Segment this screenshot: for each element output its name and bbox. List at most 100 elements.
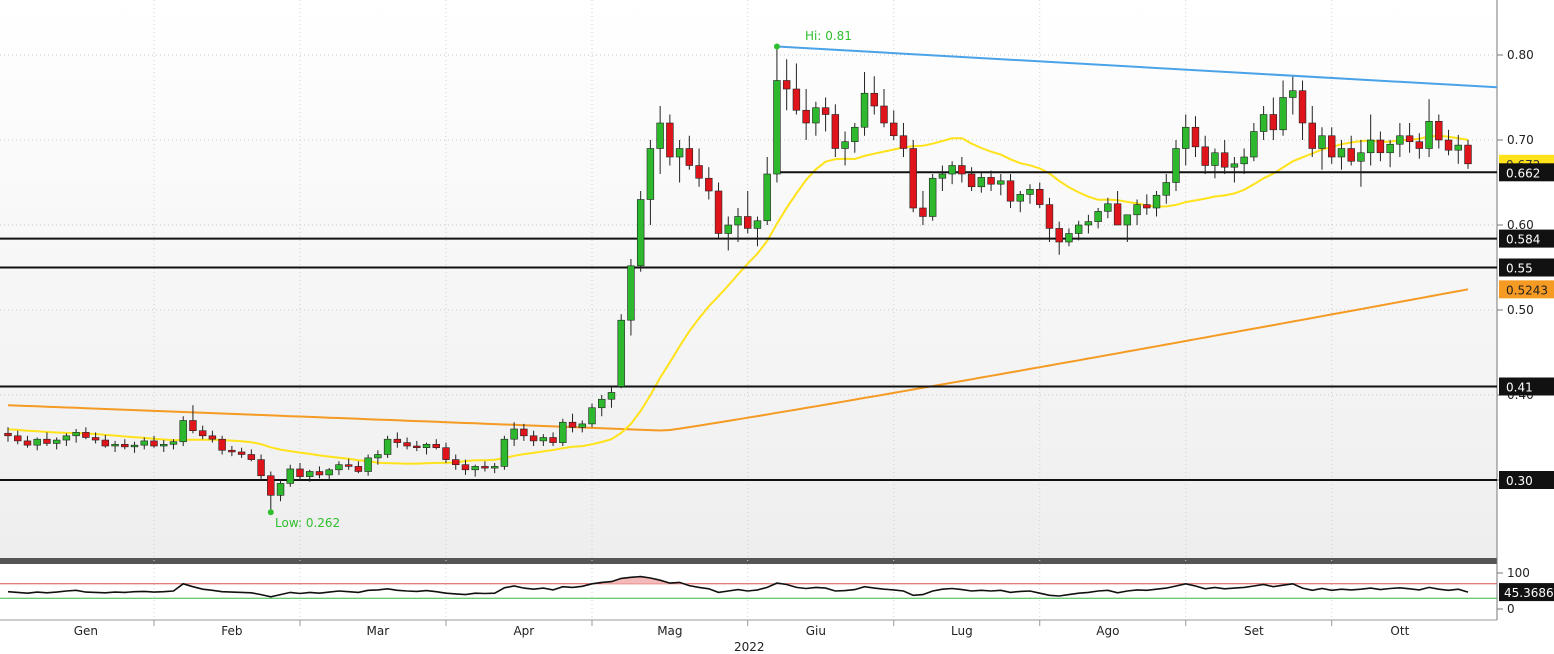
candle-body	[286, 468, 294, 484]
candle-body	[1201, 146, 1209, 166]
candle-body	[1006, 180, 1015, 202]
year-label: 2022	[734, 640, 765, 654]
candle-body	[52, 439, 61, 444]
candle-body	[1182, 126, 1190, 149]
x-tick-label: Ott	[1390, 624, 1409, 638]
candle-body	[997, 180, 1005, 185]
candle-body	[471, 466, 479, 471]
low-annotation: Low: 0.262	[275, 516, 340, 530]
candle-body	[919, 207, 927, 217]
candle-body	[1074, 224, 1083, 234]
panel-separator	[0, 558, 1497, 564]
candle-body	[1094, 211, 1102, 222]
candle-body	[607, 392, 616, 400]
x-tick-label: Giu	[806, 624, 826, 638]
candle	[500, 435, 509, 470]
level-price-label: 0.41	[1499, 377, 1554, 396]
candle-body	[958, 165, 966, 175]
candle-body	[72, 432, 80, 437]
candle-body	[578, 423, 586, 428]
candle-body	[646, 148, 655, 200]
candle-body	[1104, 203, 1112, 212]
candle-body	[1269, 114, 1278, 131]
chart-root: 0.800.700.600.500.400.30GenFebMarAprMagG…	[0, 0, 1554, 654]
candle-body	[539, 437, 548, 442]
y-tick-label: 0.70	[1507, 133, 1534, 147]
candle-body	[23, 440, 32, 446]
candle-body	[33, 438, 41, 446]
candle-body	[627, 265, 635, 321]
candle-body	[43, 438, 51, 444]
candle-body	[714, 190, 723, 234]
candle-body	[1366, 139, 1375, 154]
level-price-label: 0.30	[1499, 471, 1554, 489]
candle-body	[977, 177, 986, 188]
candle-body	[169, 441, 178, 445]
candle-body	[1240, 156, 1248, 165]
candle-body	[549, 437, 557, 443]
candle-body	[111, 443, 119, 447]
candle-body	[928, 177, 937, 217]
candle-body	[179, 420, 187, 443]
candle-body	[1133, 204, 1141, 216]
candle-body	[150, 440, 158, 447]
candle	[617, 314, 625, 389]
candle-body	[461, 464, 470, 471]
candle-body	[812, 107, 820, 124]
candle-body	[1337, 148, 1346, 158]
candle-body	[636, 199, 645, 267]
candle-body	[237, 451, 246, 455]
x-tick-label: Set	[1244, 624, 1264, 638]
candle-body	[364, 457, 372, 472]
candle-body	[1425, 121, 1433, 149]
candle-body	[529, 435, 538, 442]
candle-body	[267, 475, 275, 496]
candle-body	[1162, 182, 1170, 196]
candle-body	[1220, 152, 1229, 168]
candle-body	[1386, 143, 1394, 154]
candle-body	[374, 454, 382, 459]
candle-body	[228, 449, 236, 453]
candle-body	[851, 126, 859, 142]
candle-body	[666, 122, 674, 158]
candle-body	[393, 438, 402, 443]
candle-body	[1230, 163, 1239, 168]
ma-long-last-label-text: 0.5243	[1506, 283, 1548, 297]
candle-body	[568, 421, 577, 428]
candle-body	[675, 148, 684, 158]
candle-body	[1396, 135, 1404, 145]
candle-body	[870, 92, 878, 107]
candle-body	[1113, 203, 1122, 226]
candle-body	[276, 483, 285, 496]
candle-body	[802, 109, 810, 124]
level-price-label-text: 0.41	[1506, 381, 1533, 395]
candle-body	[1435, 121, 1443, 141]
candle-body	[160, 443, 168, 447]
level-price-label: 0.584	[1499, 229, 1554, 248]
candle-body	[432, 443, 440, 448]
candle-body	[4, 432, 12, 437]
level-price-label-text: 0.662	[1506, 166, 1540, 180]
candle-body	[617, 319, 625, 387]
ma-long-last-label: 0.5243	[1499, 280, 1554, 299]
candle-body	[1464, 144, 1472, 165]
candle-body	[938, 173, 947, 179]
candle-body	[1036, 189, 1044, 205]
candle-body	[1172, 148, 1180, 183]
candle-body	[1211, 152, 1219, 166]
level-price-label-text: 0.55	[1506, 262, 1533, 276]
x-tick-label: Feb	[221, 624, 242, 638]
candle-body	[792, 88, 801, 111]
candle-body	[1045, 204, 1054, 229]
candle-body	[520, 428, 528, 437]
candle-body	[831, 114, 840, 149]
candle-body	[695, 165, 703, 179]
candle-body	[1289, 90, 1297, 98]
candle-body	[559, 421, 567, 443]
candle-body	[218, 438, 226, 451]
candle-body	[422, 443, 431, 448]
candle-body	[1152, 194, 1161, 209]
candle-body	[452, 459, 460, 466]
low-marker	[267, 509, 274, 516]
candle-body	[62, 435, 71, 441]
